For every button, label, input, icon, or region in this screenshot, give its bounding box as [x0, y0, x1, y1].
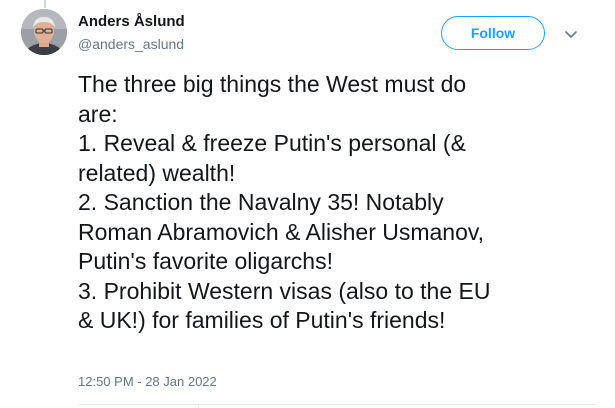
- divider: [78, 404, 598, 405]
- author-name[interactable]: Anders Åslund: [78, 13, 185, 30]
- tweet-text-line: Roman Abramovich & Alisher Usmanov,: [78, 218, 485, 245]
- more-options-button[interactable]: [563, 26, 579, 42]
- tweet-text-line: 2. Sanction the Navalny 35! Notably: [78, 189, 444, 215]
- tweet-text-line: 1. Reveal & freeze Putin's personal (&: [78, 130, 466, 156]
- follow-button[interactable]: Follow: [441, 16, 545, 50]
- chevron-down-icon: [565, 31, 577, 38]
- avatar[interactable]: [21, 9, 67, 55]
- thread-connector-line: [44, 0, 46, 8]
- author-handle[interactable]: @anders_aslund: [78, 36, 184, 52]
- tweet-text-line: & UK!) for families of Putin's friends!: [78, 307, 446, 333]
- tweet-text-line: Putin's favorite oligarchs!: [78, 248, 333, 274]
- tweet-text: The three big things the West must do ar…: [78, 70, 598, 336]
- tweet-text-line: related) wealth!: [78, 159, 236, 186]
- tweet-text-line: The three big things the West must do: [78, 71, 467, 97]
- tweet-text-line: are:: [78, 100, 118, 127]
- avatar-photo-icon: [21, 9, 67, 55]
- tweet-timestamp[interactable]: 12:50 PM - 28 Jan 2022: [78, 374, 217, 389]
- tweet-text-line: 3. Prohibit Western visas (also to the E…: [78, 277, 491, 304]
